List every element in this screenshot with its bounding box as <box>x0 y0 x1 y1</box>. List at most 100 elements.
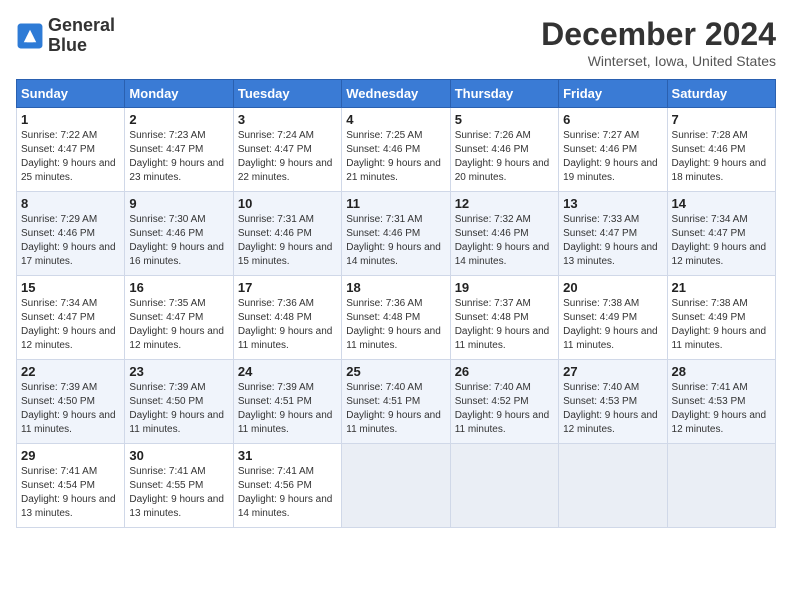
calendar-day-28: 28 Sunrise: 7:41 AMSunset: 4:53 PMDaylig… <box>667 360 775 444</box>
calendar-week-1: 1 Sunrise: 7:22 AMSunset: 4:47 PMDayligh… <box>17 108 776 192</box>
calendar-week-3: 15 Sunrise: 7:34 AMSunset: 4:47 PMDaylig… <box>17 276 776 360</box>
day-number: 14 <box>672 196 771 211</box>
day-details: Sunrise: 7:29 AMSunset: 4:46 PMDaylight:… <box>21 214 116 267</box>
calendar-day-6: 6 Sunrise: 7:27 AMSunset: 4:46 PMDayligh… <box>559 108 667 192</box>
day-details: Sunrise: 7:39 AMSunset: 4:51 PMDaylight:… <box>238 382 333 435</box>
subtitle: Winterset, Iowa, United States <box>541 53 776 69</box>
calendar-table: SundayMondayTuesdayWednesdayThursdayFrid… <box>16 79 776 528</box>
day-number: 4 <box>346 112 445 127</box>
day-details: Sunrise: 7:24 AMSunset: 4:47 PMDaylight:… <box>238 130 333 183</box>
calendar-day-10: 10 Sunrise: 7:31 AMSunset: 4:46 PMDaylig… <box>233 192 341 276</box>
day-details: Sunrise: 7:38 AMSunset: 4:49 PMDaylight:… <box>672 298 767 351</box>
day-number: 5 <box>455 112 554 127</box>
calendar-empty <box>559 444 667 528</box>
calendar-day-24: 24 Sunrise: 7:39 AMSunset: 4:51 PMDaylig… <box>233 360 341 444</box>
day-details: Sunrise: 7:39 AMSunset: 4:50 PMDaylight:… <box>21 382 116 435</box>
calendar-day-30: 30 Sunrise: 7:41 AMSunset: 4:55 PMDaylig… <box>125 444 233 528</box>
calendar-day-8: 8 Sunrise: 7:29 AMSunset: 4:46 PMDayligh… <box>17 192 125 276</box>
calendar-day-3: 3 Sunrise: 7:24 AMSunset: 4:47 PMDayligh… <box>233 108 341 192</box>
calendar-day-7: 7 Sunrise: 7:28 AMSunset: 4:46 PMDayligh… <box>667 108 775 192</box>
day-number: 12 <box>455 196 554 211</box>
calendar-day-20: 20 Sunrise: 7:38 AMSunset: 4:49 PMDaylig… <box>559 276 667 360</box>
day-number: 17 <box>238 280 337 295</box>
calendar-week-4: 22 Sunrise: 7:39 AMSunset: 4:50 PMDaylig… <box>17 360 776 444</box>
calendar-day-23: 23 Sunrise: 7:39 AMSunset: 4:50 PMDaylig… <box>125 360 233 444</box>
day-details: Sunrise: 7:32 AMSunset: 4:46 PMDaylight:… <box>455 214 550 267</box>
day-details: Sunrise: 7:35 AMSunset: 4:47 PMDaylight:… <box>129 298 224 351</box>
day-details: Sunrise: 7:34 AMSunset: 4:47 PMDaylight:… <box>672 214 767 267</box>
day-number: 30 <box>129 448 228 463</box>
day-details: Sunrise: 7:22 AMSunset: 4:47 PMDaylight:… <box>21 130 116 183</box>
day-number: 8 <box>21 196 120 211</box>
day-number: 26 <box>455 364 554 379</box>
calendar-day-1: 1 Sunrise: 7:22 AMSunset: 4:47 PMDayligh… <box>17 108 125 192</box>
day-number: 10 <box>238 196 337 211</box>
logo-line1: General <box>48 16 115 36</box>
calendar-header-row: SundayMondayTuesdayWednesdayThursdayFrid… <box>17 80 776 108</box>
calendar-day-19: 19 Sunrise: 7:37 AMSunset: 4:48 PMDaylig… <box>450 276 558 360</box>
day-number: 13 <box>563 196 662 211</box>
header-day-thursday: Thursday <box>450 80 558 108</box>
calendar-day-5: 5 Sunrise: 7:26 AMSunset: 4:46 PMDayligh… <box>450 108 558 192</box>
day-details: Sunrise: 7:40 AMSunset: 4:51 PMDaylight:… <box>346 382 441 435</box>
day-details: Sunrise: 7:37 AMSunset: 4:48 PMDaylight:… <box>455 298 550 351</box>
header: General Blue December 2024 Winterset, Io… <box>16 16 776 69</box>
day-number: 15 <box>21 280 120 295</box>
day-number: 11 <box>346 196 445 211</box>
day-details: Sunrise: 7:26 AMSunset: 4:46 PMDaylight:… <box>455 130 550 183</box>
title-area: December 2024 Winterset, Iowa, United St… <box>541 16 776 69</box>
logo-icon <box>16 22 44 50</box>
day-details: Sunrise: 7:41 AMSunset: 4:55 PMDaylight:… <box>129 466 224 519</box>
calendar-day-17: 17 Sunrise: 7:36 AMSunset: 4:48 PMDaylig… <box>233 276 341 360</box>
main-title: December 2024 <box>541 16 776 53</box>
calendar-day-9: 9 Sunrise: 7:30 AMSunset: 4:46 PMDayligh… <box>125 192 233 276</box>
day-number: 24 <box>238 364 337 379</box>
day-details: Sunrise: 7:30 AMSunset: 4:46 PMDaylight:… <box>129 214 224 267</box>
calendar-day-13: 13 Sunrise: 7:33 AMSunset: 4:47 PMDaylig… <box>559 192 667 276</box>
header-day-tuesday: Tuesday <box>233 80 341 108</box>
day-number: 23 <box>129 364 228 379</box>
day-number: 27 <box>563 364 662 379</box>
calendar-week-5: 29 Sunrise: 7:41 AMSunset: 4:54 PMDaylig… <box>17 444 776 528</box>
day-details: Sunrise: 7:40 AMSunset: 4:52 PMDaylight:… <box>455 382 550 435</box>
header-day-wednesday: Wednesday <box>342 80 450 108</box>
calendar-day-2: 2 Sunrise: 7:23 AMSunset: 4:47 PMDayligh… <box>125 108 233 192</box>
calendar-day-14: 14 Sunrise: 7:34 AMSunset: 4:47 PMDaylig… <box>667 192 775 276</box>
day-number: 3 <box>238 112 337 127</box>
day-number: 16 <box>129 280 228 295</box>
day-details: Sunrise: 7:39 AMSunset: 4:50 PMDaylight:… <box>129 382 224 435</box>
day-number: 1 <box>21 112 120 127</box>
day-number: 31 <box>238 448 337 463</box>
calendar-day-26: 26 Sunrise: 7:40 AMSunset: 4:52 PMDaylig… <box>450 360 558 444</box>
day-details: Sunrise: 7:31 AMSunset: 4:46 PMDaylight:… <box>238 214 333 267</box>
calendar-day-12: 12 Sunrise: 7:32 AMSunset: 4:46 PMDaylig… <box>450 192 558 276</box>
day-details: Sunrise: 7:34 AMSunset: 4:47 PMDaylight:… <box>21 298 116 351</box>
calendar-empty <box>342 444 450 528</box>
calendar-day-18: 18 Sunrise: 7:36 AMSunset: 4:48 PMDaylig… <box>342 276 450 360</box>
day-details: Sunrise: 7:41 AMSunset: 4:53 PMDaylight:… <box>672 382 767 435</box>
day-number: 28 <box>672 364 771 379</box>
day-number: 2 <box>129 112 228 127</box>
day-details: Sunrise: 7:25 AMSunset: 4:46 PMDaylight:… <box>346 130 441 183</box>
calendar-day-15: 15 Sunrise: 7:34 AMSunset: 4:47 PMDaylig… <box>17 276 125 360</box>
calendar-day-16: 16 Sunrise: 7:35 AMSunset: 4:47 PMDaylig… <box>125 276 233 360</box>
calendar-day-21: 21 Sunrise: 7:38 AMSunset: 4:49 PMDaylig… <box>667 276 775 360</box>
day-number: 29 <box>21 448 120 463</box>
calendar-day-25: 25 Sunrise: 7:40 AMSunset: 4:51 PMDaylig… <box>342 360 450 444</box>
header-day-monday: Monday <box>125 80 233 108</box>
calendar-empty <box>450 444 558 528</box>
calendar-day-11: 11 Sunrise: 7:31 AMSunset: 4:46 PMDaylig… <box>342 192 450 276</box>
day-details: Sunrise: 7:40 AMSunset: 4:53 PMDaylight:… <box>563 382 658 435</box>
day-number: 25 <box>346 364 445 379</box>
header-day-sunday: Sunday <box>17 80 125 108</box>
day-details: Sunrise: 7:23 AMSunset: 4:47 PMDaylight:… <box>129 130 224 183</box>
day-number: 9 <box>129 196 228 211</box>
logo-text: General Blue <box>48 16 115 56</box>
day-number: 21 <box>672 280 771 295</box>
calendar-week-2: 8 Sunrise: 7:29 AMSunset: 4:46 PMDayligh… <box>17 192 776 276</box>
header-day-saturday: Saturday <box>667 80 775 108</box>
day-details: Sunrise: 7:38 AMSunset: 4:49 PMDaylight:… <box>563 298 658 351</box>
header-day-friday: Friday <box>559 80 667 108</box>
day-details: Sunrise: 7:41 AMSunset: 4:56 PMDaylight:… <box>238 466 333 519</box>
calendar-day-31: 31 Sunrise: 7:41 AMSunset: 4:56 PMDaylig… <box>233 444 341 528</box>
